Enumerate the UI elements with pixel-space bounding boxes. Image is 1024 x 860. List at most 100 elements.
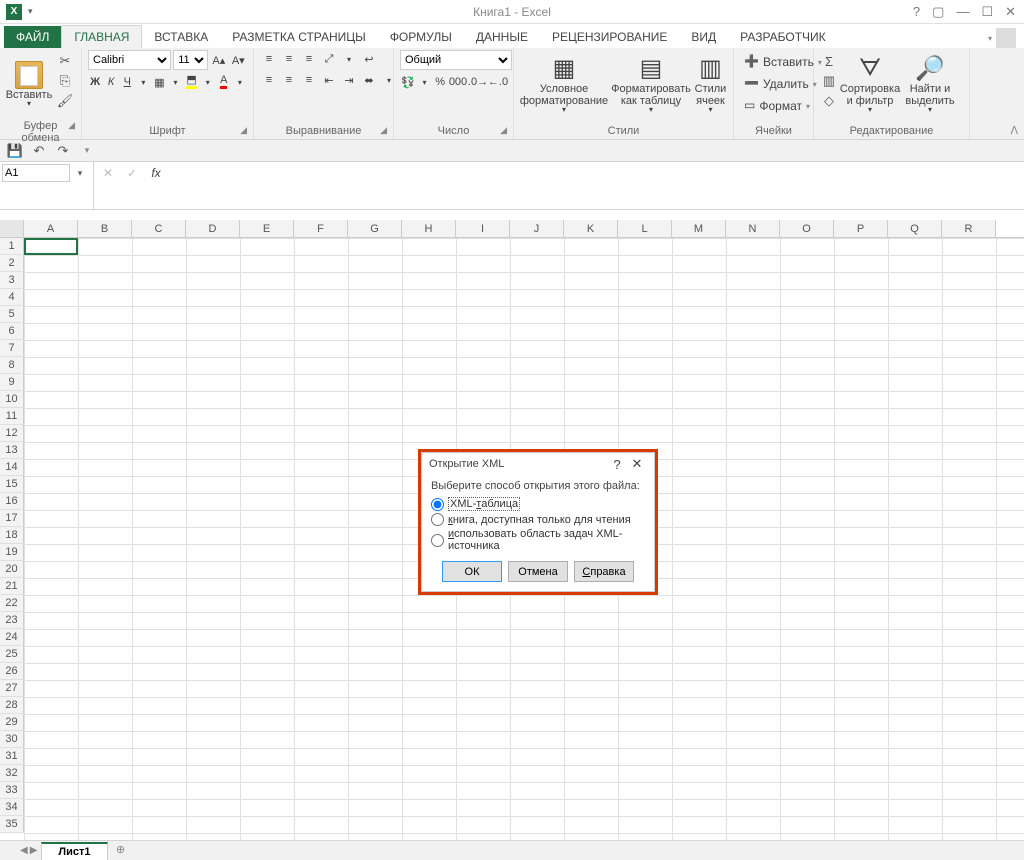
font-color-icon[interactable]: А xyxy=(217,73,231,91)
radio-readonly[interactable] xyxy=(431,513,444,526)
radio-xml-source[interactable] xyxy=(431,534,444,547)
align-left-icon[interactable]: ≡ xyxy=(260,71,278,89)
column-header[interactable]: R xyxy=(942,220,996,237)
align-center-icon[interactable]: ≡ xyxy=(280,71,298,89)
row-header[interactable]: 10 xyxy=(0,391,24,408)
row-header[interactable]: 32 xyxy=(0,765,24,782)
row-header[interactable]: 30 xyxy=(0,731,24,748)
conditional-formatting-button[interactable]: ▦ Условное форматирование ▾ xyxy=(520,50,608,118)
cancel-button[interactable]: Отмена xyxy=(508,561,568,582)
wrap-text-icon[interactable]: ↩ xyxy=(360,50,378,68)
user-account[interactable]: ▾ xyxy=(988,28,1024,48)
row-header[interactable]: 17 xyxy=(0,510,24,527)
format-painter-icon[interactable]: 🖌 xyxy=(56,92,74,110)
minimize-icon[interactable]: — xyxy=(956,4,969,19)
row-header[interactable]: 13 xyxy=(0,442,24,459)
paste-button[interactable]: Вставить ▾ xyxy=(6,50,52,118)
column-header[interactable]: M xyxy=(672,220,726,237)
maximize-icon[interactable]: ☐ xyxy=(981,4,993,20)
comma-icon[interactable]: 000 xyxy=(449,73,467,91)
row-header[interactable]: 5 xyxy=(0,306,24,323)
border-icon[interactable]: ▦ xyxy=(152,73,166,91)
fill-color-icon[interactable]: ⬒ xyxy=(185,73,199,91)
column-header[interactable]: P xyxy=(834,220,888,237)
cut-icon[interactable]: ✂ xyxy=(56,52,74,70)
sheet-nav-next-icon[interactable]: ▶ xyxy=(30,845,38,856)
row-header[interactable]: 4 xyxy=(0,289,24,306)
radio-xml-table[interactable] xyxy=(431,498,444,511)
align-top-icon[interactable]: ≡ xyxy=(260,50,278,68)
ribbon-display-icon[interactable]: ▢ xyxy=(932,4,944,20)
decrease-decimal-icon[interactable]: ←.0 xyxy=(489,73,507,91)
number-dialog-launcher[interactable]: ◢ xyxy=(500,125,507,136)
row-header[interactable]: 27 xyxy=(0,680,24,697)
column-header[interactable]: F xyxy=(294,220,348,237)
qat-dropdown-icon[interactable]: ▾ xyxy=(28,6,33,17)
row-header[interactable]: 11 xyxy=(0,408,24,425)
row-header[interactable]: 29 xyxy=(0,714,24,731)
increase-decimal-icon[interactable]: .0→ xyxy=(469,73,487,91)
font-name-select[interactable]: Calibri xyxy=(88,50,171,70)
collapse-ribbon-icon[interactable]: ᐱ xyxy=(1010,124,1018,137)
tab-layout[interactable]: РАЗМЕТКА СТРАНИЦЫ xyxy=(220,26,378,48)
dialog-close-icon[interactable]: ✕ xyxy=(627,456,647,472)
find-select-button[interactable]: 🔎 Найти и выделить ▾ xyxy=(902,50,958,118)
row-header[interactable]: 2 xyxy=(0,255,24,272)
active-cell[interactable] xyxy=(24,238,78,255)
align-bottom-icon[interactable]: ≡ xyxy=(300,50,318,68)
number-format-select[interactable]: Общий xyxy=(400,50,512,70)
increase-font-icon[interactable]: A▴ xyxy=(210,51,227,69)
delete-cells-button[interactable]: ➖Удалить▾ xyxy=(740,74,807,94)
column-header[interactable]: Q xyxy=(888,220,942,237)
row-header[interactable]: 34 xyxy=(0,799,24,816)
column-header[interactable]: A xyxy=(24,220,78,237)
align-right-icon[interactable]: ≡ xyxy=(300,71,318,89)
row-header[interactable]: 22 xyxy=(0,595,24,612)
underline-button[interactable]: Ч xyxy=(120,73,134,91)
row-header[interactable]: 31 xyxy=(0,748,24,765)
clipboard-dialog-launcher[interactable]: ◢ xyxy=(68,120,75,131)
fill-icon[interactable]: ▥ xyxy=(820,72,838,90)
sort-filter-button[interactable]: ᗊ Сортировка и фильтр ▾ xyxy=(842,50,898,118)
row-header[interactable]: 6 xyxy=(0,323,24,340)
orientation-icon[interactable]: ⤢ xyxy=(320,50,338,68)
row-header[interactable]: 35 xyxy=(0,816,24,833)
row-header[interactable]: 26 xyxy=(0,663,24,680)
row-header[interactable]: 25 xyxy=(0,646,24,663)
decrease-indent-icon[interactable]: ⇤ xyxy=(320,71,338,89)
column-header[interactable]: D xyxy=(186,220,240,237)
tab-developer[interactable]: РАЗРАБОТЧИК xyxy=(728,26,838,48)
bold-button[interactable]: Ж xyxy=(88,73,102,91)
format-as-table-button[interactable]: ▤ Форматировать как таблицу ▾ xyxy=(612,50,690,118)
increase-indent-icon[interactable]: ⇥ xyxy=(340,71,358,89)
tab-formulas[interactable]: ФОРМУЛЫ xyxy=(378,26,464,48)
column-header[interactable]: G xyxy=(348,220,402,237)
row-header[interactable]: 14 xyxy=(0,459,24,476)
select-all-corner[interactable] xyxy=(0,220,24,237)
column-header[interactable]: B xyxy=(78,220,132,237)
row-header[interactable]: 8 xyxy=(0,357,24,374)
italic-button[interactable]: К xyxy=(104,73,118,91)
name-box[interactable] xyxy=(2,164,70,182)
column-header[interactable]: K xyxy=(564,220,618,237)
currency-icon[interactable]: 💱 xyxy=(400,73,416,91)
formula-input[interactable] xyxy=(170,164,1020,204)
format-cells-button[interactable]: ▭Формат▾ xyxy=(740,96,807,116)
row-header[interactable]: 33 xyxy=(0,782,24,799)
row-header[interactable]: 16 xyxy=(0,493,24,510)
clear-icon[interactable]: ◇ xyxy=(820,92,838,110)
row-header[interactable]: 15 xyxy=(0,476,24,493)
font-size-select[interactable]: 11 xyxy=(173,50,208,70)
percent-icon[interactable]: % xyxy=(433,73,447,91)
column-header[interactable]: I xyxy=(456,220,510,237)
tab-review[interactable]: РЕЦЕНЗИРОВАНИЕ xyxy=(540,26,679,48)
dialog-help-icon[interactable]: ? xyxy=(607,457,627,472)
row-header[interactable]: 21 xyxy=(0,578,24,595)
row-header[interactable]: 12 xyxy=(0,425,24,442)
sheet-nav-prev-icon[interactable]: ◀ xyxy=(20,845,28,856)
autosum-icon[interactable]: Σ xyxy=(820,52,838,70)
option-xml-source-pane[interactable]: использовать область задач XML-источника xyxy=(431,527,645,553)
column-header[interactable]: O xyxy=(780,220,834,237)
tab-file[interactable]: ФАЙЛ xyxy=(4,26,61,48)
font-dialog-launcher[interactable]: ◢ xyxy=(240,125,247,136)
